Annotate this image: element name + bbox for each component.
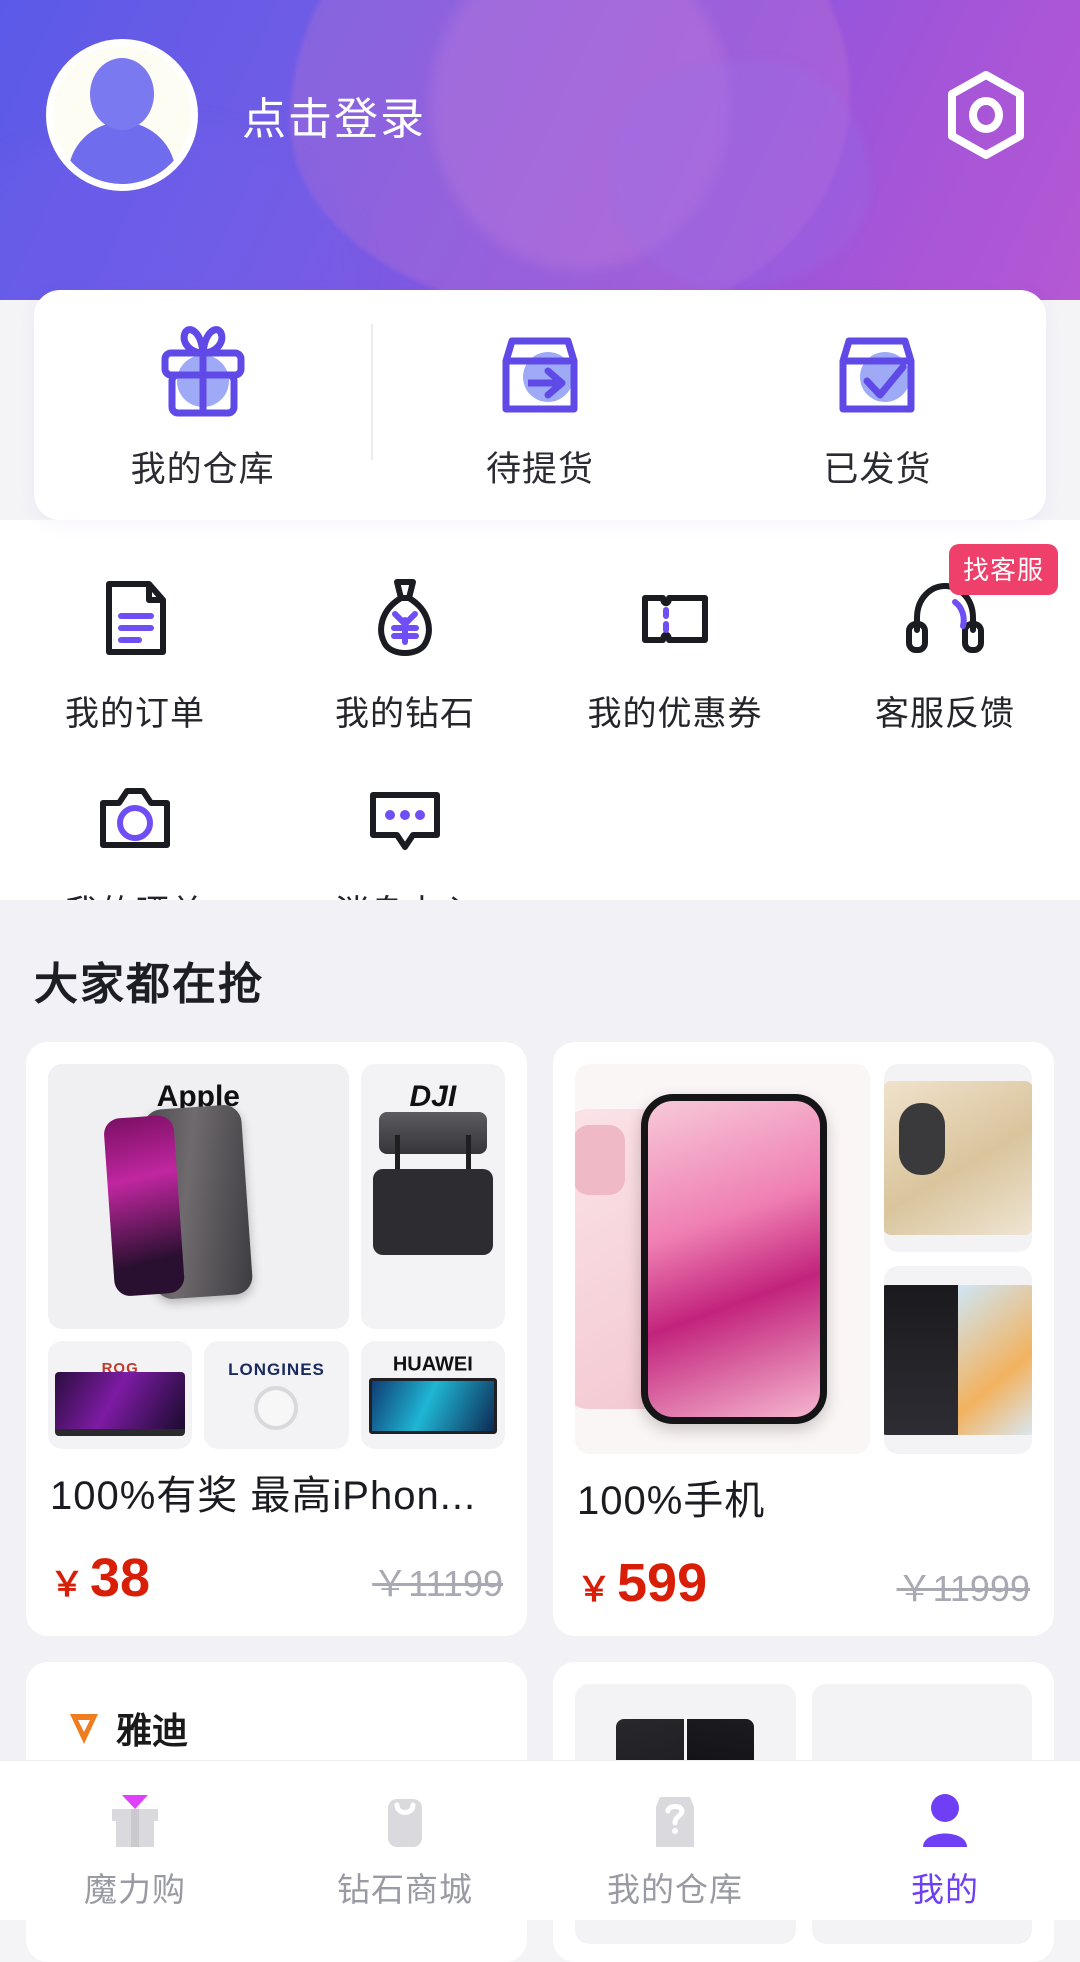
product-thumb-iphone13-pink bbox=[575, 1064, 871, 1454]
laptop-image bbox=[55, 1371, 186, 1436]
product-price: 38 bbox=[90, 1548, 151, 1608]
product-image-collage: Apple DJI ROG LONGINES HUAWEI bbox=[48, 1064, 505, 1449]
tab-label: 我的仓库 bbox=[607, 1871, 743, 1908]
product-price-row: ￥ 599 ￥11999 bbox=[575, 1552, 1032, 1614]
gift-tab-icon bbox=[112, 1795, 158, 1847]
tab-label: 魔力购 bbox=[84, 1871, 186, 1908]
product-thumb-huawei-p50 bbox=[884, 1064, 1032, 1252]
watch-image bbox=[254, 1385, 299, 1430]
product-price-row: ￥ 38 ￥11199 bbox=[48, 1547, 505, 1609]
box-arrow-out-icon bbox=[502, 337, 578, 412]
product-thumb-iphone-image bbox=[142, 1103, 254, 1300]
product-title: 100%有奖 最高iPhon... bbox=[50, 1474, 477, 1518]
iphone-front-image bbox=[641, 1094, 828, 1424]
warehouse-item-pending-pickup[interactable]: 待提货 bbox=[371, 290, 708, 520]
tv-image bbox=[368, 1377, 497, 1434]
login-button[interactable]: 点击登录 bbox=[242, 83, 426, 147]
camera-icon bbox=[100, 788, 170, 848]
menu-item-my-diamonds[interactable]: 我的钻石 bbox=[270, 550, 540, 749]
tab-diamond-mall[interactable]: 钻石商城 bbox=[270, 1783, 540, 1911]
chat-bubble-dots-icon bbox=[370, 792, 440, 850]
product-title: 100%手机 bbox=[577, 1479, 766, 1523]
menu-item-label: 客服反馈 bbox=[875, 695, 1015, 733]
product-image-collage bbox=[575, 1064, 1032, 1454]
currency-symbol: ￥ bbox=[577, 1571, 611, 1609]
tab-label: 钻石商城 bbox=[337, 1871, 473, 1908]
menu-grid-row: 我的订单 我的钻石 我的优惠券 找客服 客服反馈 bbox=[0, 544, 1080, 749]
product-thumb-rog: ROG bbox=[48, 1341, 193, 1449]
coupon-ticket-icon bbox=[642, 595, 708, 643]
gold-phone-image bbox=[884, 1081, 1032, 1235]
menu-item-my-coupons[interactable]: 我的优惠券 bbox=[540, 550, 810, 749]
product-thumb-mi-mix bbox=[884, 1266, 1032, 1454]
tab-label: 我的 bbox=[911, 1871, 979, 1908]
menu-item-my-orders[interactable]: 我的订单 bbox=[0, 550, 270, 749]
brand-label-huawei: HUAWEI bbox=[392, 1353, 473, 1376]
warehouse-item-label: 已发货 bbox=[823, 449, 932, 489]
warehouse-item-my-warehouse[interactable]: 我的仓库 bbox=[34, 290, 371, 520]
currency-symbol: ￥ bbox=[50, 1566, 84, 1604]
product-price: 599 bbox=[617, 1553, 708, 1613]
avatar-body-icon bbox=[68, 122, 176, 184]
page-title: 大家都在抢 bbox=[34, 960, 264, 1009]
brand-label-yadea-text: 雅迪 bbox=[116, 1710, 189, 1751]
tab-profile[interactable]: 我的 bbox=[810, 1783, 1080, 1911]
money-bag-yuan-icon bbox=[378, 579, 432, 656]
document-lines-icon bbox=[106, 581, 166, 655]
brand-label-yadea: 雅迪 bbox=[64, 1702, 188, 1754]
product-card[interactable]: 100%手机 ￥ 599 ￥11999 bbox=[553, 1042, 1054, 1636]
menu-item-label: 我的优惠券 bbox=[587, 695, 763, 733]
mix-phone-image bbox=[884, 1285, 1032, 1435]
menu-item-label: 我的订单 bbox=[65, 695, 205, 733]
person-tab-icon bbox=[923, 1794, 967, 1847]
gift-box-icon bbox=[161, 325, 245, 416]
settings-button[interactable] bbox=[938, 67, 1034, 163]
profile-header: 点击登录 bbox=[0, 0, 1080, 300]
box-check-icon bbox=[839, 337, 915, 412]
avatar[interactable] bbox=[46, 39, 198, 191]
product-thumb-huawei: HUAWEI bbox=[360, 1341, 505, 1449]
product-card[interactable]: Apple DJI ROG LONGINES HUAWEI 100%有奖 最高i… bbox=[26, 1042, 527, 1636]
tab-magic-shop[interactable]: 魔力购 bbox=[0, 1783, 270, 1911]
brand-label-longines: LONGINES bbox=[228, 1360, 325, 1380]
product-original-price: ￥11199 bbox=[372, 1563, 503, 1604]
warehouse-item-label: 我的仓库 bbox=[130, 449, 275, 489]
avatar-head-icon bbox=[90, 58, 154, 130]
product-thumb-dji: DJI bbox=[360, 1064, 505, 1329]
shopping-bag-tab-icon bbox=[388, 1799, 422, 1847]
menu-item-label: 我的钻石 bbox=[335, 695, 475, 733]
menu-item-customer-service[interactable]: 找客服 客服反馈 bbox=[810, 544, 1080, 749]
product-thumb-apple: Apple bbox=[48, 1064, 349, 1329]
menu-grid: 我的订单 我的钻石 我的优惠券 找客服 客服反馈 bbox=[0, 520, 1080, 932]
brand-label-dji: DJI bbox=[409, 1080, 457, 1113]
warehouse-item-label: 待提货 bbox=[485, 449, 594, 489]
tab-my-warehouse[interactable]: 我的仓库 bbox=[540, 1783, 810, 1911]
warehouse-item-shipped[interactable]: 已发货 bbox=[709, 290, 1046, 520]
warehouse-summary-card: 我的仓库 待提货 已发货 bbox=[34, 290, 1046, 520]
product-original-price: ￥11999 bbox=[896, 1568, 1030, 1609]
yadea-logo-icon bbox=[70, 1714, 98, 1744]
warehouse-box-tab-icon bbox=[656, 1797, 694, 1847]
hexagon-settings-icon bbox=[948, 71, 1024, 159]
drone-controller-image bbox=[372, 1135, 493, 1256]
status-badge: 找客服 bbox=[948, 544, 1058, 595]
bottom-navigation: 魔力购 钻石商城 我的仓库 我的 bbox=[0, 1760, 1080, 1920]
product-thumb-longines: LONGINES bbox=[204, 1341, 349, 1449]
